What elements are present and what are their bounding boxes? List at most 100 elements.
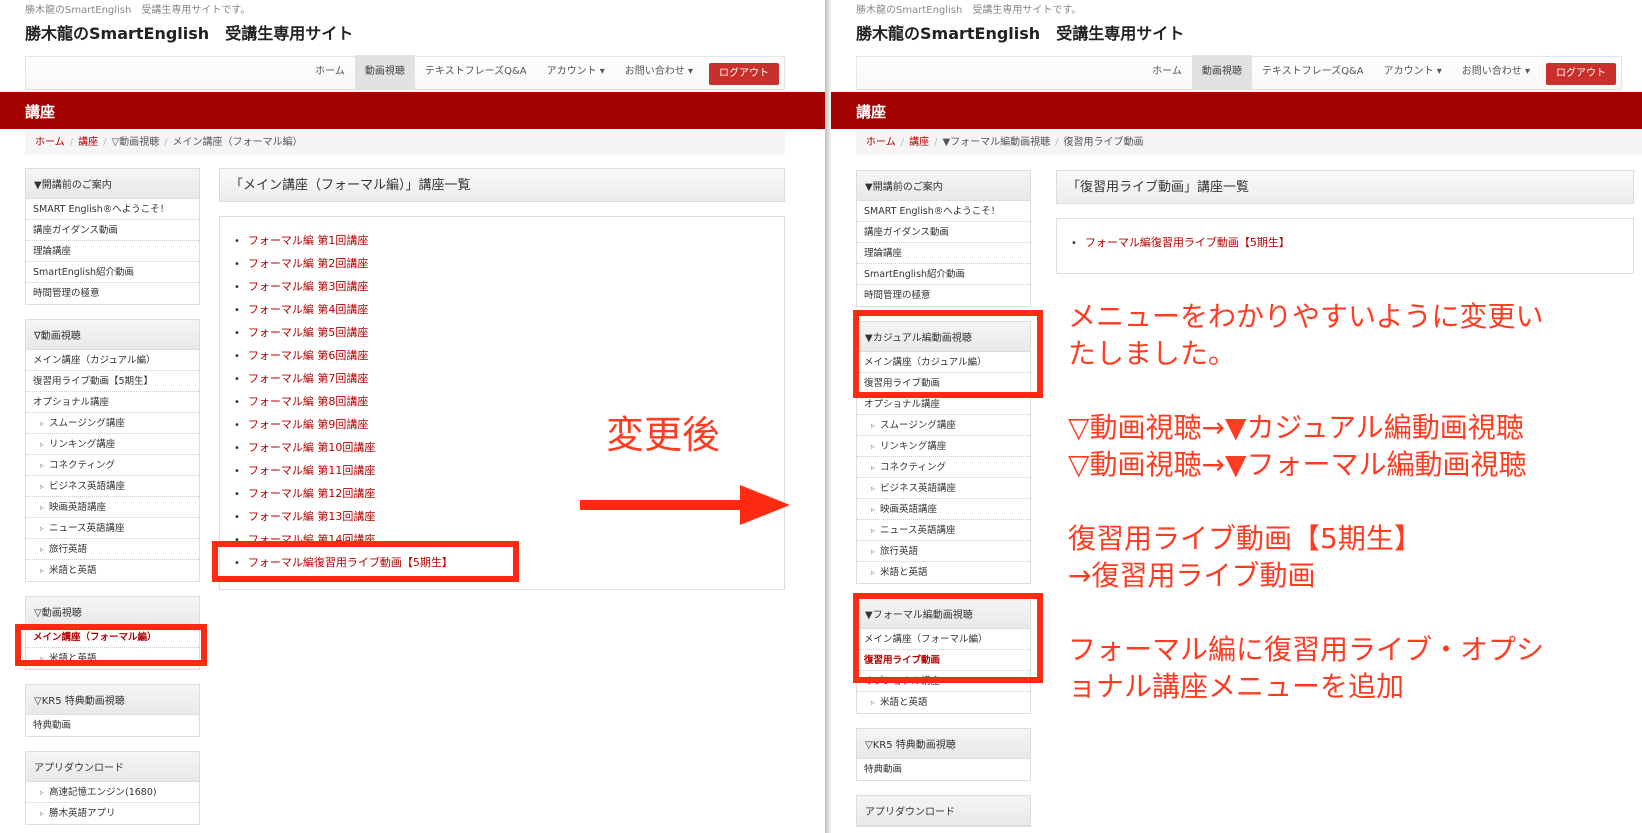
course-link[interactable]: フォーマル編 第7回講座 (234, 367, 772, 390)
top-navbar: ホーム 動画視聴 テキストフレーズQ&A アカウント ▾ お問い合わせ ▾ ログ… (25, 55, 785, 90)
sidebar-item[interactable]: オプショナル講座 (26, 392, 199, 413)
sidebar-item[interactable]: 特典動画 (26, 715, 199, 736)
before-panel: 勝木龍のSmartEnglish 受講生専用サイトです。 勝木龍のSmartEn… (0, 0, 825, 833)
sidebar-item[interactable]: リンキング講座 (857, 436, 1030, 457)
course-link[interactable]: フォーマル編復習用ライブ動画【5期生】 (1071, 231, 1621, 254)
change-note: メニューをわかりやすいように変更い たしました。 (1068, 298, 1628, 372)
highlight-casual-menu (853, 310, 1043, 398)
sidebar-item[interactable]: 時間管理の極意 (26, 283, 199, 304)
change-note-line: →復習用ライブ動画 (1068, 559, 1316, 592)
sidebar-item[interactable]: スムージング講座 (26, 413, 199, 434)
sidebar-item[interactable]: リンキング講座 (26, 434, 199, 455)
sidebar-item[interactable]: 旅行英語 (26, 539, 199, 560)
section-title: 講座 (856, 103, 887, 121)
change-note-line: ョナル講座メニューを追加 (1068, 670, 1405, 703)
sidebar-menu: ▼開講前のご案内 SMART English®へようこそ！ 講座ガイダンス動画 理論講… (25, 168, 200, 833)
course-list-box: フォーマル編 第1回講座フォーマル編 第2回講座フォーマル編 第3回講座フォーマ… (219, 216, 785, 590)
nav-text-qa[interactable]: テキストフレーズQ&A (415, 55, 537, 89)
sidebar-menu: ▼開講前のご案内 SMART English®へようこそ！ 講座ガイダンス動画 理論講… (856, 170, 1031, 833)
sidebar-item[interactable]: SMART English®へようこそ！ (857, 201, 1030, 222)
course-link[interactable]: フォーマル編 第6回講座 (234, 344, 772, 367)
sidebar-item[interactable]: ニュース英語講座 (26, 518, 199, 539)
sidebar-heading: ▽KR5 特典動画視聴 (26, 685, 199, 715)
change-note-line: フォーマル編に復習用ライブ・オプシ (1068, 633, 1545, 666)
nav-home[interactable]: ホーム (1142, 55, 1192, 89)
sidebar-item[interactable]: 米語と英語 (857, 692, 1030, 713)
right-arrow-icon (580, 485, 790, 525)
sidebar-item[interactable]: 高速記憶エンジン(1680) (26, 782, 199, 803)
sidebar-box: アプリダウンロード高速記憶エンジン(1680)勝木英語アプリ (25, 751, 200, 825)
site-title[interactable]: 勝木龍のSmartEnglish 受講生専用サイト (856, 20, 1184, 44)
course-link[interactable]: フォーマル編 第1回講座 (234, 229, 772, 252)
nav-contact-dropdown[interactable]: お問い合わせ ▾ (615, 55, 703, 89)
course-list-box: フォーマル編復習用ライブ動画【5期生】 (1056, 218, 1634, 274)
sidebar-item[interactable]: 理論講座 (26, 241, 199, 262)
highlight-formal-menu (853, 593, 1043, 683)
sidebar-item[interactable]: ビジネス英語講座 (26, 476, 199, 497)
breadcrumb-home[interactable]: ホーム (866, 137, 896, 148)
sidebar-item[interactable]: 勝木英語アプリ (26, 803, 199, 824)
section-header-bar: 講座 (831, 92, 1642, 129)
nav-items: ホーム 動画視聴 テキストフレーズQ&A アカウント ▾ お問い合わせ ▾ ログ… (305, 55, 779, 89)
sidebar-item[interactable]: 米語と英語 (857, 562, 1030, 583)
sidebar-item[interactable]: 時間管理の極意 (857, 285, 1030, 306)
sidebar-heading: アプリダウンロード (26, 752, 199, 782)
nav-text-qa[interactable]: テキストフレーズQ&A (1252, 55, 1374, 89)
nav-video[interactable]: 動画視聴 (354, 55, 415, 89)
sidebar-item[interactable]: 映画英語講座 (857, 499, 1030, 520)
sidebar-item[interactable]: 理論講座 (857, 243, 1030, 264)
nav-account-dropdown[interactable]: アカウント ▾ (1374, 55, 1452, 89)
after-label: 変更後 (606, 413, 721, 457)
sidebar-item[interactable]: コネクティング (26, 455, 199, 476)
change-note: フォーマル編に復習用ライブ・オプシ ョナル講座メニューを追加 (1068, 631, 1628, 705)
main-list-title: 「メイン講座（フォーマル編）」講座一覧 (219, 168, 785, 202)
site-title[interactable]: 勝木龍のSmartEnglish 受講生専用サイト (25, 20, 353, 44)
breadcrumb-course[interactable]: 講座 (909, 137, 929, 148)
main-list-title: 「復習用ライブ動画」講座一覧 (1056, 170, 1634, 204)
sidebar-item[interactable]: SMART English®へようこそ！ (26, 199, 199, 220)
sidebar-box: ▼開講前のご案内 SMART English®へようこそ！ 講座ガイダンス動画 理論講… (25, 168, 200, 305)
course-list: フォーマル編復習用ライブ動画【5期生】 (1057, 219, 1633, 266)
course-link[interactable]: フォーマル編 第5回講座 (234, 321, 772, 344)
breadcrumb-home[interactable]: ホーム (35, 137, 65, 148)
breadcrumb-category: ▼フォーマル編動画視聴 (942, 137, 1051, 148)
sidebar-item[interactable]: コネクティング (857, 457, 1030, 478)
sidebar-item[interactable]: 講座ガイダンス動画 (26, 220, 199, 241)
course-link[interactable]: フォーマル編 第11回講座 (234, 459, 772, 482)
sidebar-heading: ▼開講前のご案内 (857, 171, 1030, 201)
sidebar-heading: アプリダウンロード (857, 796, 1030, 826)
top-navbar: ホーム 動画視聴 テキストフレーズQ&A アカウント ▾ お問い合わせ ▾ ログ… (856, 55, 1622, 90)
nav-contact-dropdown[interactable]: お問い合わせ ▾ (1452, 55, 1540, 89)
course-link[interactable]: フォーマル編 第3回講座 (234, 275, 772, 298)
change-note-line: メニューをわかりやすいように変更い (1068, 300, 1544, 333)
course-link[interactable]: フォーマル編 第4回講座 (234, 298, 772, 321)
sidebar-item[interactable]: 講座ガイダンス動画 (857, 222, 1030, 243)
nav-home[interactable]: ホーム (305, 55, 355, 89)
site-tagline: 勝木龍のSmartEnglish 受講生専用サイトです。 (25, 5, 251, 16)
sidebar-heading: ▽動画視聴 (26, 597, 199, 627)
sidebar-item[interactable]: 特典動画 (857, 759, 1030, 780)
nav-items: ホーム 動画視聴 テキストフレーズQ&A アカウント ▾ お問い合わせ ▾ ログ… (1142, 55, 1616, 89)
sidebar-item[interactable]: 復習用ライブ動画【5期生】 (26, 371, 199, 392)
change-note-line: ▽動画視聴→▼フォーマル編動画視聴 (1068, 448, 1527, 481)
sidebar-item[interactable]: 米語と英語 (26, 560, 199, 581)
sidebar-item[interactable]: SmartEnglish紹介動画 (26, 262, 199, 283)
sidebar-item[interactable]: ビジネス英語講座 (857, 478, 1030, 499)
sidebar-heading: ▼開講前のご案内 (26, 169, 199, 199)
sidebar-box: ▽KR5 特典動画視聴 特典動画 (25, 684, 200, 737)
sidebar-item[interactable]: ニュース英語講座 (857, 520, 1030, 541)
nav-video[interactable]: 動画視聴 (1191, 55, 1252, 89)
course-link[interactable]: フォーマル編 第2回講座 (234, 252, 772, 275)
highlight-removed-item (212, 541, 519, 582)
sidebar-item[interactable]: スムージング講座 (857, 415, 1030, 436)
nav-account-dropdown[interactable]: アカウント ▾ (537, 55, 615, 89)
sidebar-item[interactable]: 映画英語講座 (26, 497, 199, 518)
logout-button[interactable]: ログアウト (709, 63, 779, 85)
sidebar-box: ▼開講前のご案内 SMART English®へようこそ！ 講座ガイダンス動画 理論講… (856, 170, 1031, 307)
breadcrumb-course[interactable]: 講座 (78, 137, 98, 148)
sidebar-item[interactable]: SmartEnglish紹介動画 (857, 264, 1030, 285)
sidebar-item[interactable]: 旅行英語 (857, 541, 1030, 562)
logout-button[interactable]: ログアウト (1546, 63, 1616, 85)
sidebar-item[interactable]: メイン講座（カジュアル編） (26, 350, 199, 371)
course-list: フォーマル編 第1回講座フォーマル編 第2回講座フォーマル編 第3回講座フォーマ… (220, 217, 784, 586)
